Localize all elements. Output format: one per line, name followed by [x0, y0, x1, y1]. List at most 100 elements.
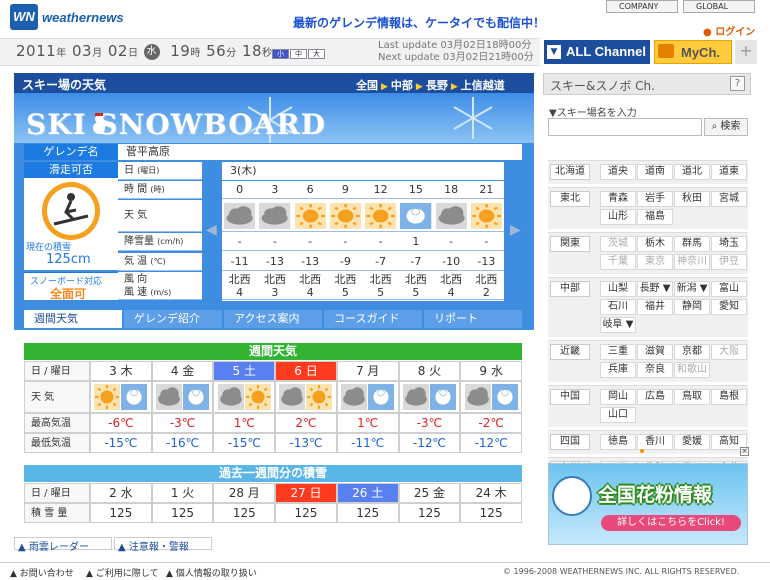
- weekly-weather-icon: [151, 381, 214, 413]
- add-channel-button[interactable]: +: [735, 40, 757, 64]
- prefecture-link[interactable]: 鳥取: [674, 389, 710, 405]
- crumb-chubu[interactable]: 中部: [391, 79, 413, 92]
- font-small-button[interactable]: 小: [272, 49, 289, 59]
- prefecture-link[interactable]: 石川: [600, 299, 636, 315]
- prefecture-link[interactable]: 愛知: [711, 299, 747, 315]
- prefecture-link[interactable]: 富山: [711, 281, 747, 297]
- prefecture-link[interactable]: 福井: [637, 299, 673, 315]
- prefecture-link[interactable]: 三重: [600, 344, 636, 360]
- prefecture-link[interactable]: 大阪: [711, 344, 747, 360]
- region-name[interactable]: 近畿: [550, 344, 590, 360]
- terms-link[interactable]: ▲ ご利用に際して: [86, 566, 159, 579]
- prefecture-link[interactable]: 広島: [637, 389, 673, 405]
- weekly-day: 8 火: [398, 361, 461, 381]
- prefecture-link[interactable]: 道南: [637, 164, 673, 180]
- font-large-button[interactable]: 大: [308, 49, 325, 59]
- row-label-date: 日 (曜日): [118, 162, 202, 180]
- prefecture-link[interactable]: 愛媛: [674, 434, 710, 450]
- logo-mark[interactable]: WN: [10, 4, 38, 30]
- crumb-zenkoku[interactable]: 全国: [356, 79, 378, 92]
- hourly-times: 21: [468, 181, 504, 199]
- prefecture-link[interactable]: 兵庫: [600, 362, 636, 378]
- prev-arrow-icon[interactable]: ◀: [206, 222, 217, 238]
- prefecture-link[interactable]: 奈良: [637, 362, 673, 378]
- prefecture-link[interactable]: 茨城: [600, 236, 636, 252]
- prefecture-link[interactable]: 千葉: [600, 254, 636, 270]
- region-name[interactable]: 四国: [550, 434, 590, 450]
- tab-weekly[interactable]: 週間天気: [24, 310, 122, 328]
- tab-course[interactable]: コースガイド: [324, 310, 422, 328]
- font-mid-button[interactable]: 中: [290, 49, 307, 59]
- ski-snowboard-logo: SKI SNOWBOARD: [26, 108, 326, 141]
- prefecture-link[interactable]: 山梨: [600, 281, 636, 297]
- prefecture-link[interactable]: 道央: [600, 164, 636, 180]
- prefecture-link[interactable]: 宮城: [711, 191, 747, 207]
- next-arrow-icon[interactable]: ▶: [510, 222, 521, 238]
- prefecture-link[interactable]: 道東: [711, 164, 747, 180]
- prefecture-link[interactable]: 新潟 ▼: [674, 281, 710, 297]
- crumb-sep-icon: ▶: [381, 82, 388, 92]
- day: 02: [107, 42, 128, 60]
- ad-title: 全国花粉情報: [598, 484, 713, 506]
- prefecture-link[interactable]: 和歌山: [674, 362, 710, 378]
- crumb-nagano[interactable]: 長野: [426, 79, 448, 92]
- global-link[interactable]: GLOBAL: [683, 0, 755, 13]
- prefecture-link[interactable]: 滋賀: [637, 344, 673, 360]
- prefecture-link[interactable]: 青森: [600, 191, 636, 207]
- hourly-weather-icon: [468, 200, 504, 232]
- weekly-max: -6℃: [90, 413, 152, 433]
- prefecture-link[interactable]: 山口: [600, 407, 636, 423]
- prefecture-link[interactable]: 埼玉: [711, 236, 747, 252]
- region-name[interactable]: 関東: [550, 236, 590, 252]
- prefecture-link[interactable]: 長野 ▼: [637, 281, 673, 297]
- contact-link[interactable]: ▲ お問い合わせ: [10, 566, 74, 579]
- snowhist-row-label: 積 雪 量: [24, 503, 90, 523]
- crumb-joshinetsu: 上信越道: [460, 79, 505, 92]
- prefecture-link[interactable]: 島根: [711, 389, 747, 405]
- prefecture-link[interactable]: 福島: [637, 209, 673, 225]
- prefecture-link[interactable]: 岡山: [600, 389, 636, 405]
- tab-report[interactable]: リポート: [424, 310, 522, 328]
- region-name[interactable]: 中国: [550, 389, 590, 405]
- search-button[interactable]: ⌕ 検索: [704, 118, 748, 136]
- prefecture-link[interactable]: 秋田: [674, 191, 710, 207]
- prefecture-link[interactable]: 岐阜 ▼: [600, 317, 636, 333]
- ad-click-button[interactable]: 詳しくはこちらをClick!: [601, 515, 741, 531]
- prefecture-link[interactable]: 東京: [637, 254, 673, 270]
- prefecture-link[interactable]: 岩手: [637, 191, 673, 207]
- prefecture-link[interactable]: 山形: [600, 209, 636, 225]
- region-name[interactable]: 北海道: [550, 164, 590, 180]
- prefecture-link[interactable]: 徳島: [600, 434, 636, 450]
- hourly-weather-icon: [398, 200, 434, 232]
- wind-sub: (m/s): [150, 288, 172, 297]
- resort-name: 菅平高原: [118, 144, 522, 160]
- company-link[interactable]: COMPANY: [606, 0, 678, 13]
- prefecture-link[interactable]: 香川: [637, 434, 673, 450]
- region-group: 中部 山梨 長野 ▼ 新潟 ▼ 富山石川 福井 静岡 愛知岐阜 ▼: [548, 277, 748, 337]
- prefecture-link[interactable]: 神奈川: [674, 254, 710, 270]
- weekly-grid: 日 / 曜日 3 木4 金5 土6 日7 月8 火9 水天 気最高気温 -6℃ -3℃…: [24, 361, 522, 453]
- tab-guide[interactable]: ゲレンデ紹介: [124, 310, 222, 328]
- prefecture-link[interactable]: 静岡: [674, 299, 710, 315]
- prefecture-link[interactable]: 道北: [674, 164, 710, 180]
- help-icon[interactable]: ?: [730, 76, 745, 91]
- prefecture-link[interactable]: 栃木: [637, 236, 673, 252]
- snowhist-title: 過去一週間分の積雪: [24, 465, 522, 482]
- prefecture-link[interactable]: 伊豆: [711, 254, 747, 270]
- region-name[interactable]: 中部: [550, 281, 590, 297]
- snowhist-amount: 125: [460, 503, 522, 523]
- warnings-link[interactable]: ▲ 注意報・警報: [114, 537, 212, 553]
- resort-search-input[interactable]: [548, 118, 702, 136]
- prefecture-link[interactable]: 群馬: [674, 236, 710, 252]
- weekday-badge: 水: [143, 44, 160, 60]
- region-name[interactable]: 東北: [550, 191, 590, 207]
- prefecture-link[interactable]: 京都: [674, 344, 710, 360]
- rain-radar-link[interactable]: ▲ 雨雲レーダー: [14, 537, 112, 553]
- close-icon[interactable]: ×: [740, 447, 749, 456]
- tab-access[interactable]: アクセス案内: [224, 310, 322, 328]
- privacy-link[interactable]: ▲ 個人情報の取り扱い: [166, 566, 257, 579]
- logo-text[interactable]: weathernews: [42, 10, 124, 25]
- promo-banner[interactable]: 最新のゲレンデ情報は、ケータイでも配信中！: [293, 14, 545, 31]
- hourly-precip: -: [257, 233, 293, 251]
- login-link[interactable]: ● ログイン: [703, 23, 755, 38]
